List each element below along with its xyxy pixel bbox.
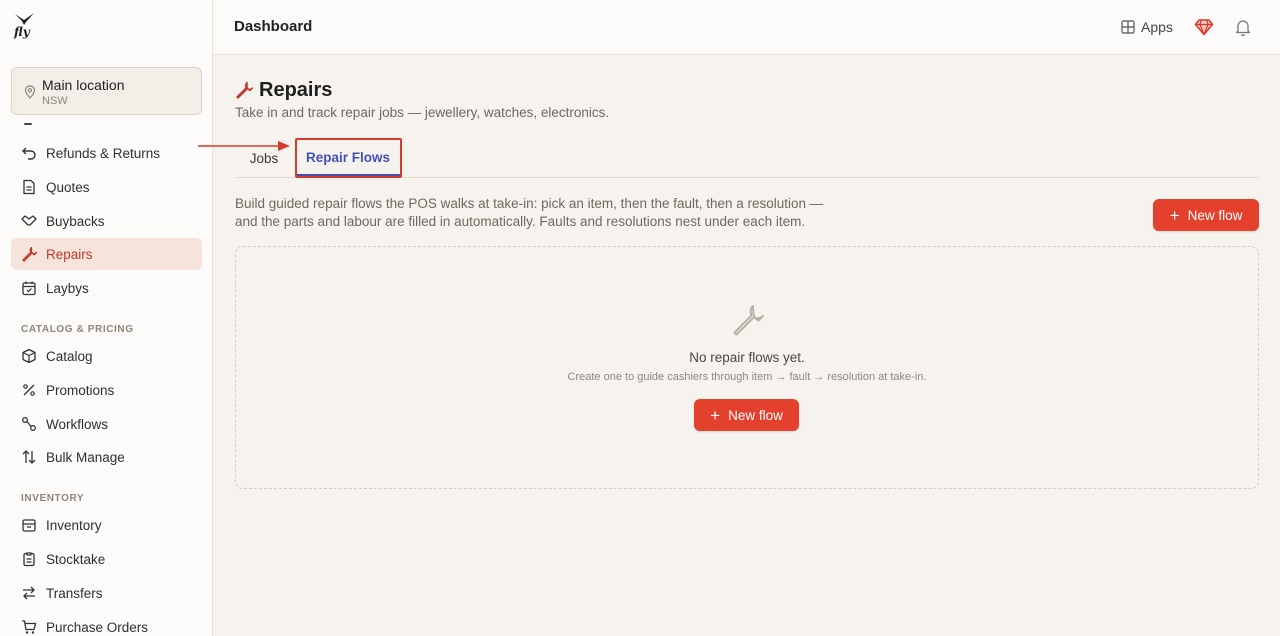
plus-icon: + xyxy=(710,405,721,425)
sidebar-item-workflows[interactable]: Workflows xyxy=(11,408,202,440)
empty-state-new-flow-button[interactable]: + New flow xyxy=(694,399,799,431)
sidebar-item-catalog[interactable]: Catalog xyxy=(11,340,202,372)
sidebar-item-label: Inventory xyxy=(46,517,102,533)
sidebar-item-label: Repairs xyxy=(46,246,93,262)
sort-arrows-icon xyxy=(21,449,37,465)
empty-state-title: No repair flows yet. xyxy=(689,350,805,365)
sidebar-item-laybys[interactable]: Laybys xyxy=(11,272,202,304)
apps-label: Apps xyxy=(1141,19,1173,35)
flows-description: Build guided repair flows the POS walks … xyxy=(235,196,824,229)
transfer-icon xyxy=(21,585,37,601)
gem-icon xyxy=(1194,19,1214,36)
sidebar-item-label: Stocktake xyxy=(46,551,106,567)
logo-text: fly xyxy=(14,25,30,39)
sidebar-item-buybacks[interactable]: Buybacks xyxy=(11,205,202,237)
sidebar-item-purchase-orders[interactable]: Purchase Orders xyxy=(11,611,202,636)
sidebar-item-transfers[interactable]: Transfers xyxy=(11,577,202,609)
sidebar: fly Main location NSW Refunds & Returns … xyxy=(0,0,213,636)
wrench-icon xyxy=(733,305,764,336)
sidebar-item-refunds-returns[interactable]: Refunds & Returns xyxy=(11,137,202,169)
sidebar-item-label: Purchase Orders xyxy=(46,619,149,635)
bell-icon xyxy=(1235,20,1251,37)
sidebar-item-bulk-manage[interactable]: Bulk Manage xyxy=(11,441,202,473)
inventory-icon xyxy=(21,517,37,533)
sidebar-item-inventory[interactable]: Inventory xyxy=(11,509,202,541)
document-icon xyxy=(21,179,37,195)
sidebar-item-label: Workflows xyxy=(46,416,109,432)
new-flow-label: New flow xyxy=(1187,207,1243,223)
new-flow-label: New flow xyxy=(728,407,783,423)
page-title: Repairs xyxy=(259,79,333,101)
workflow-icon xyxy=(21,416,37,432)
handshake-icon xyxy=(21,213,37,229)
bird-logo-icon xyxy=(15,13,34,25)
section-heading-inventory: INVENTORY xyxy=(21,493,85,504)
sidebar-item-label: Promotions xyxy=(46,382,115,398)
cart-icon xyxy=(21,619,37,635)
sidebar-item-stocktake[interactable]: Stocktake xyxy=(11,543,202,575)
annotation-arrow-icon xyxy=(198,141,290,151)
sidebar-item-label: Laybys xyxy=(46,280,89,296)
tab-repair-flows[interactable]: Repair Flows xyxy=(296,140,400,176)
apps-button[interactable]: Apps xyxy=(1121,17,1173,37)
location-name: Main location xyxy=(42,77,125,93)
undo-icon xyxy=(21,145,37,161)
percent-icon xyxy=(21,382,37,398)
empty-state-subtitle: Create one to guide cashiers through ite… xyxy=(567,371,927,383)
location-region: NSW xyxy=(42,95,68,107)
new-flow-button[interactable]: + New flow xyxy=(1153,199,1259,231)
top-bar: Dashboard Apps xyxy=(213,0,1280,55)
section-heading-catalog: CATALOG & PRICING xyxy=(21,324,134,335)
empty-state-panel xyxy=(235,246,1259,489)
page-subtitle: Take in and track repair jobs — jeweller… xyxy=(235,105,610,120)
box-icon xyxy=(21,348,37,364)
wrench-icon xyxy=(21,246,37,262)
sidebar-item-promotions[interactable]: Promotions xyxy=(11,374,202,406)
location-selector[interactable]: Main location NSW xyxy=(11,67,202,115)
sidebar-item-label: Buybacks xyxy=(46,213,105,229)
fly-logo[interactable]: fly xyxy=(12,12,38,42)
wrench-icon xyxy=(236,81,253,99)
sidebar-item-label: Transfers xyxy=(46,585,103,601)
grid-icon xyxy=(1121,20,1135,34)
clipboard-icon xyxy=(21,551,37,567)
tabs-divider xyxy=(235,177,1259,178)
sidebar-item-label: Quotes xyxy=(46,179,90,195)
plus-icon: + xyxy=(1169,205,1180,225)
sidebar-item-label: Catalog xyxy=(46,348,93,364)
gem-button[interactable] xyxy=(1194,17,1214,37)
sidebar-item-repairs[interactable]: Repairs xyxy=(11,238,202,270)
notifications-button[interactable] xyxy=(1233,17,1253,37)
sidebar-item-label: Bulk Manage xyxy=(46,449,125,465)
sidebar-item-quotes[interactable]: Quotes xyxy=(11,171,202,203)
map-pin-icon xyxy=(24,85,36,99)
calendar-icon xyxy=(21,280,37,296)
scrolled-item-fragment xyxy=(24,123,32,125)
page-header-title: Dashboard xyxy=(234,18,313,35)
sidebar-item-label: Refunds & Returns xyxy=(46,145,161,161)
